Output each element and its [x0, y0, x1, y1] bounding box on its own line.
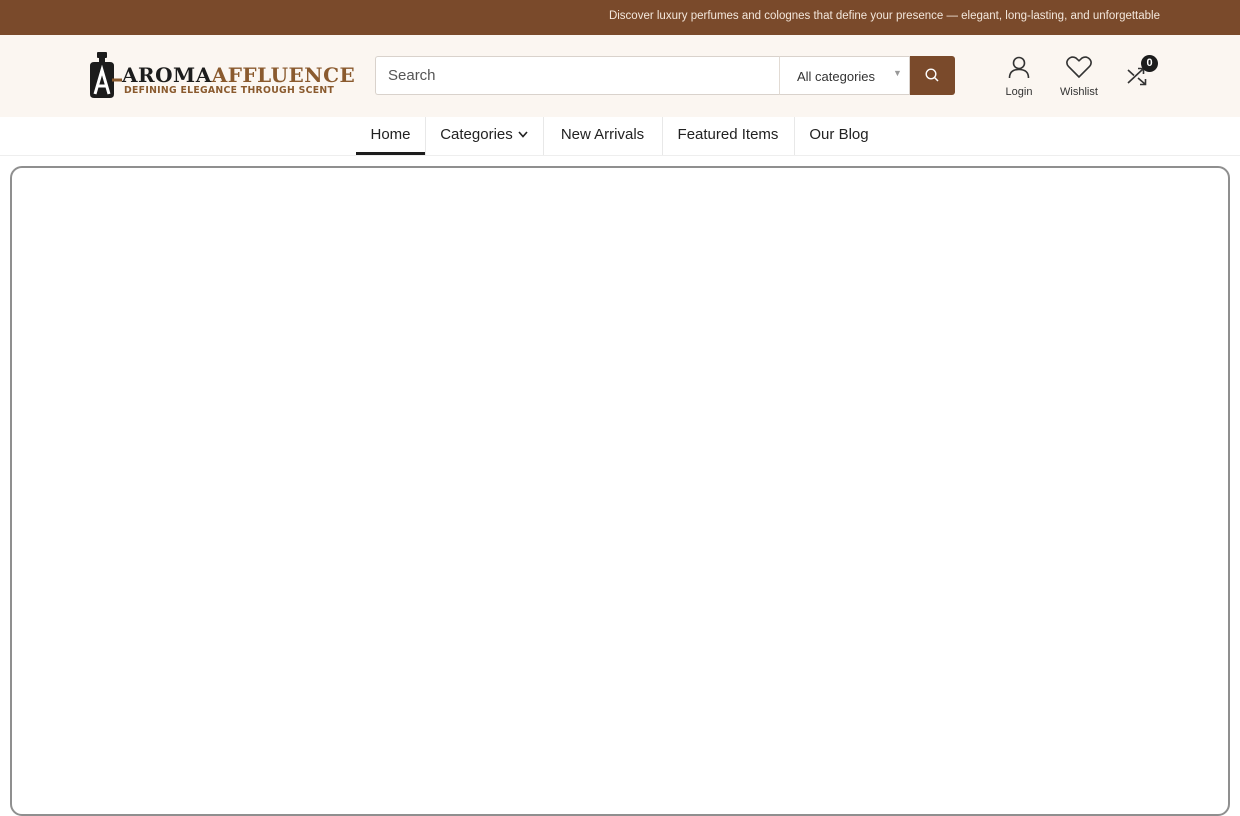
search-icon	[925, 68, 939, 82]
logo-tagline: DEFINING ELEGANCE THROUGH SCENT	[124, 85, 335, 96]
announcement-bar: Discover luxury perfumes and colognes th…	[0, 0, 1240, 35]
compare-count-badge: 0	[1141, 55, 1158, 72]
search-form: All categories ▼	[375, 56, 955, 95]
announcement-text: Discover luxury perfumes and colognes th…	[608, 10, 1160, 22]
nav-item-featured-items[interactable]: Featured Items	[662, 117, 794, 155]
chevron-down-icon	[518, 131, 528, 138]
search-button[interactable]	[910, 56, 955, 95]
wishlist-label: Wishlist	[1060, 86, 1098, 98]
content-frame	[10, 166, 1230, 816]
nav-item-label: Home	[370, 126, 411, 143]
category-select[interactable]: All categories ▼	[779, 56, 910, 95]
site-header: AROMAAFFLUENCE DEFINING ELEGANCE THROUGH…	[0, 35, 1240, 117]
chevron-down-icon: ▼	[893, 68, 902, 78]
search-input[interactable]	[375, 56, 779, 95]
perfume-bottle-logo-icon	[90, 52, 122, 98]
nav-item-label: Featured Items	[677, 126, 779, 143]
logo-title-brown: AFFLUENCE	[211, 63, 356, 87]
wishlist-button[interactable]: Wishlist	[1055, 55, 1103, 98]
login-button[interactable]: Login	[1000, 55, 1038, 98]
nav-item-new-arrivals[interactable]: New Arrivals	[543, 117, 662, 155]
nav-item-categories[interactable]: Categories	[425, 117, 543, 155]
logo-title-dark: AROMA	[122, 63, 212, 87]
login-label: Login	[1005, 86, 1033, 98]
nav-item-label: Categories	[440, 126, 513, 143]
nav-item-label: New Arrivals	[560, 126, 645, 143]
heart-icon	[1066, 56, 1092, 79]
nav-item-home[interactable]: Home	[356, 117, 425, 155]
site-logo[interactable]: AROMAAFFLUENCE DEFINING ELEGANCE THROUGH…	[84, 50, 355, 100]
nav-item-label: Our Blog	[809, 126, 869, 143]
user-icon	[1008, 56, 1030, 79]
nav-item-our-blog[interactable]: Our Blog	[794, 117, 884, 155]
category-select-value: All categories	[797, 69, 876, 84]
main-navigation: Home Categories New Arrivals Featured It…	[0, 117, 1240, 156]
logo-wordmark: AROMAAFFLUENCE	[122, 63, 355, 87]
